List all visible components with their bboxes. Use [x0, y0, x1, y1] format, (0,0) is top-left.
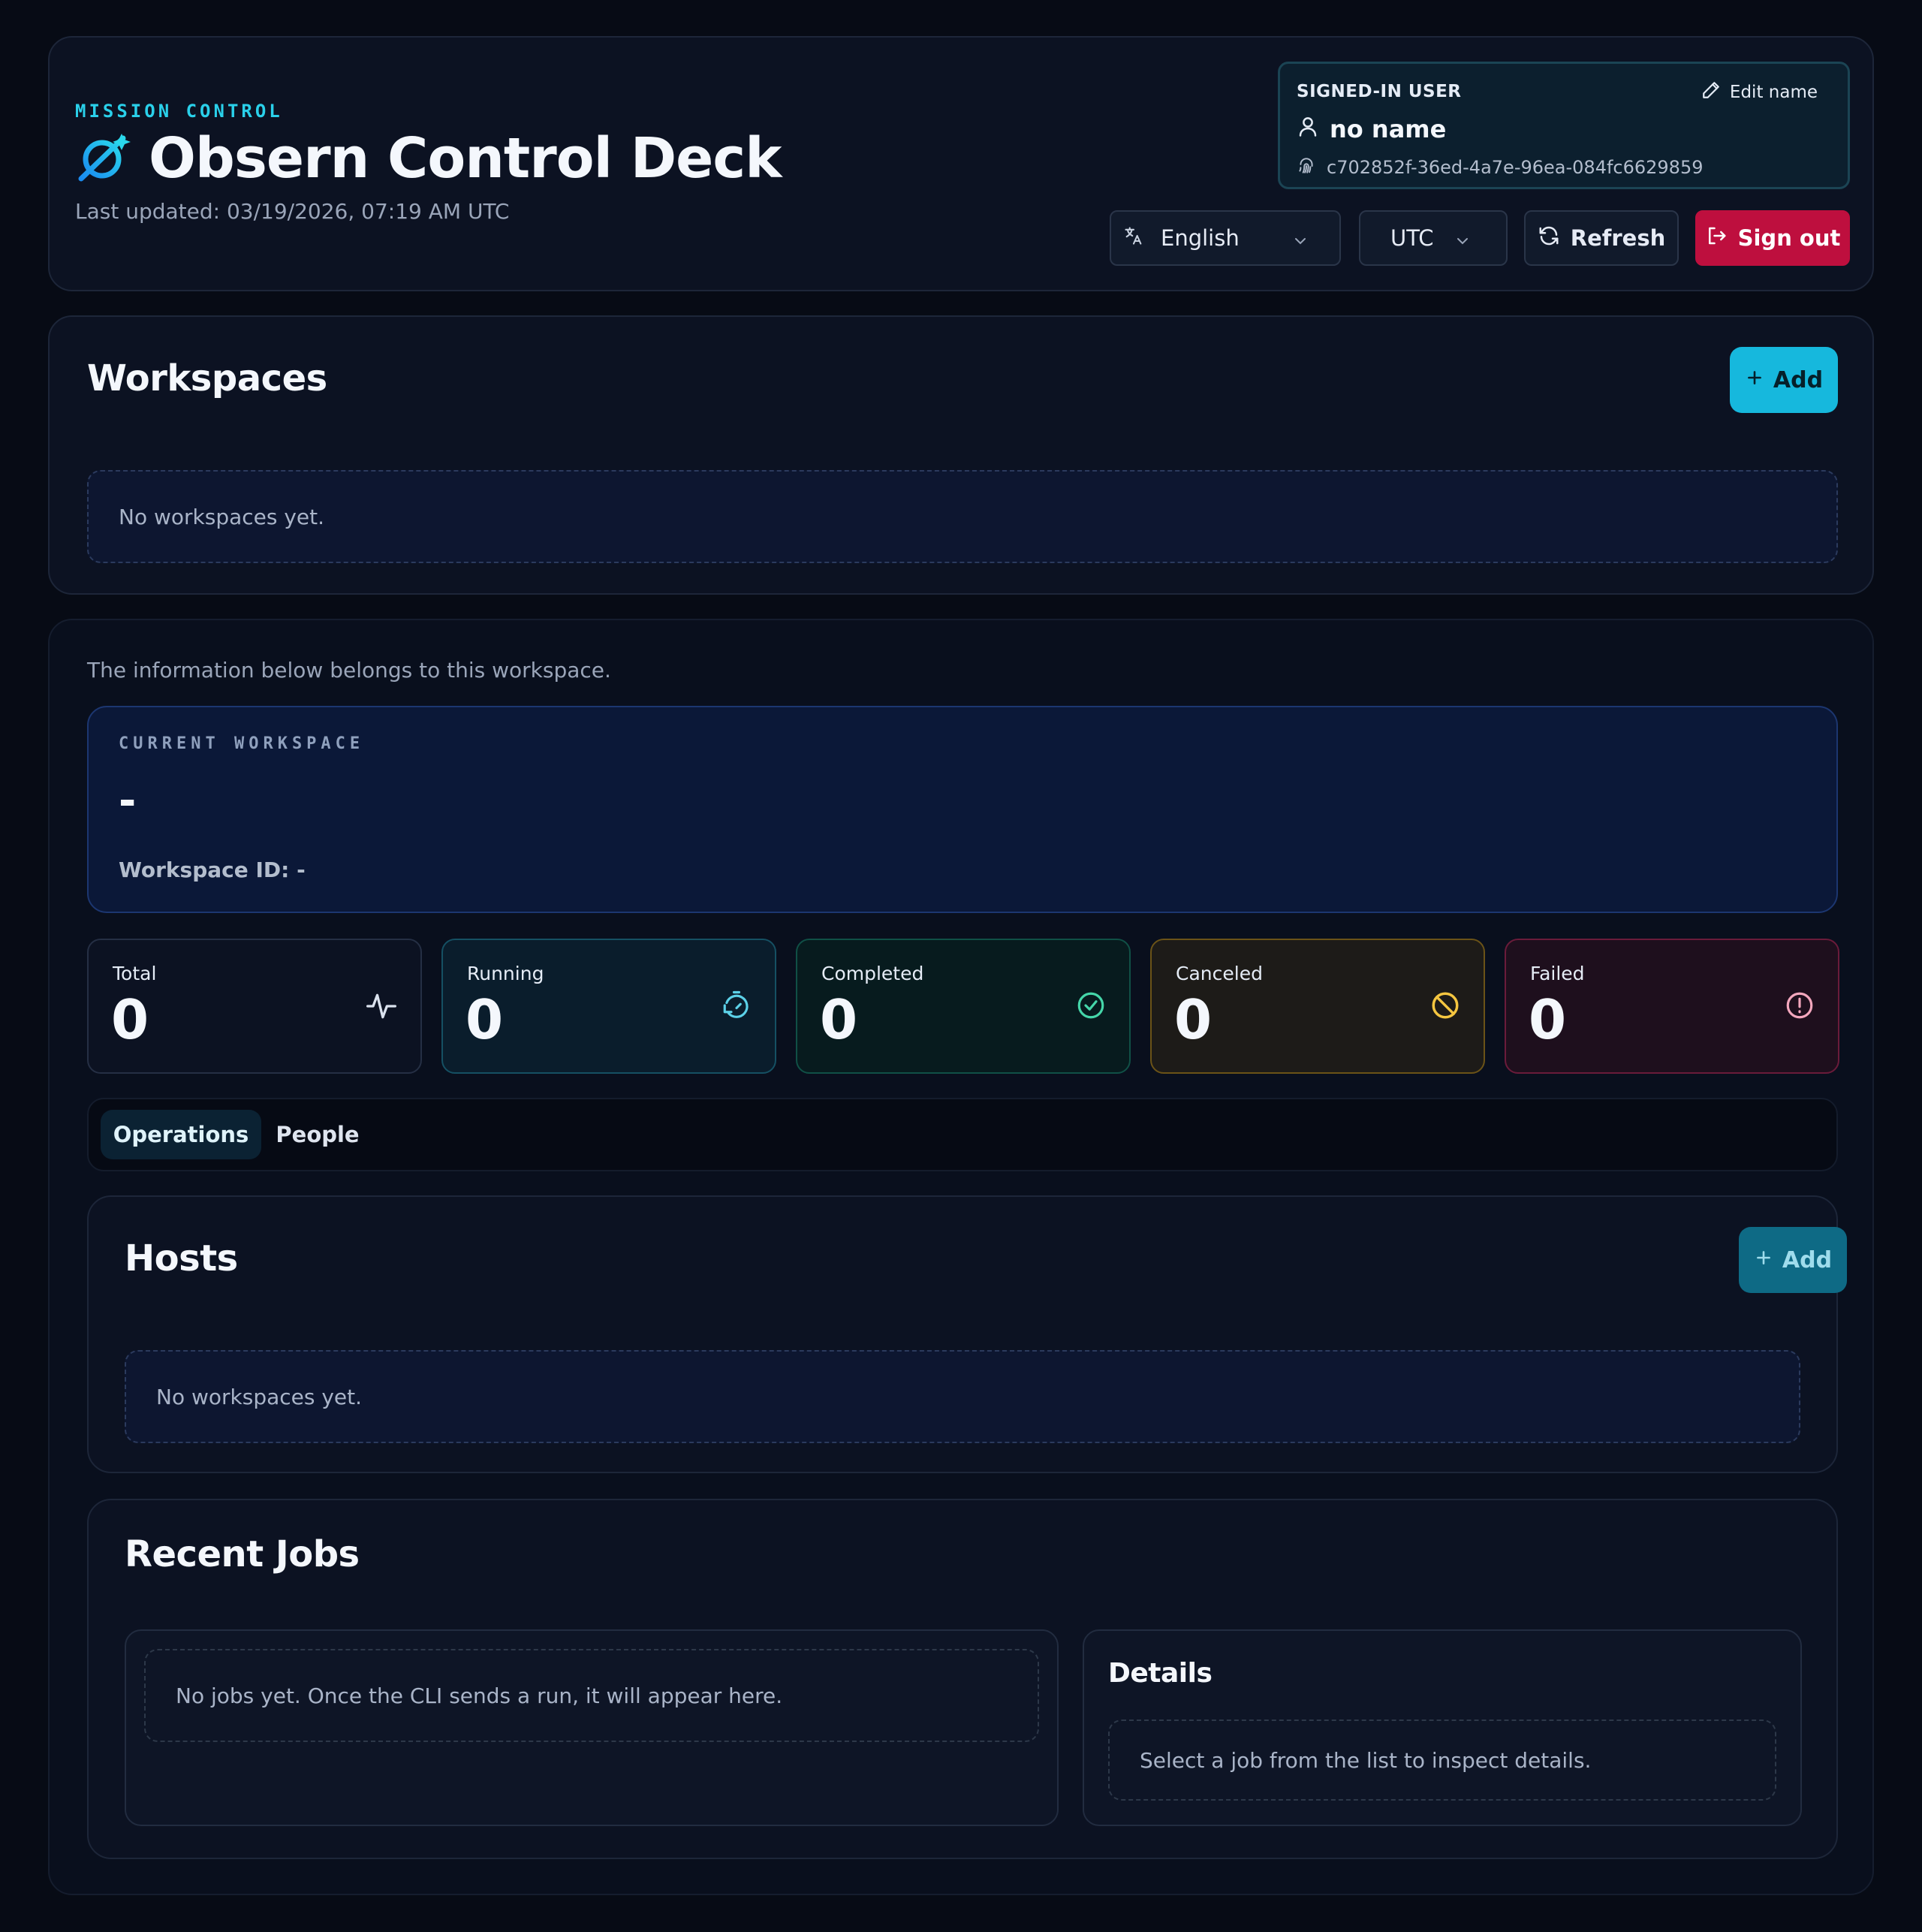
refresh-button[interactable]: Refresh — [1524, 210, 1679, 266]
details-empty-state: Select a job from the list to inspect de… — [1108, 1720, 1776, 1801]
workspaces-empty-state: No workspaces yet. — [87, 470, 1838, 563]
stat-value: 0 — [820, 988, 858, 1051]
stat-value: 0 — [1529, 988, 1567, 1051]
title-row: Obsern Control Deck — [75, 126, 782, 191]
fingerprint-icon — [1297, 155, 1316, 179]
language-value: English — [1161, 225, 1240, 251]
jobs-list: No jobs yet. Once the CLI sends a run, i… — [125, 1629, 1059, 1826]
stat-card-completed: Completed 0 — [796, 939, 1131, 1074]
recent-jobs-panel: Recent Jobs No jobs yet. Once the CLI se… — [87, 1499, 1838, 1859]
sign-out-button[interactable]: Sign out — [1695, 210, 1850, 266]
pencil-icon — [1701, 80, 1721, 104]
user-name-row: no name — [1297, 115, 1446, 143]
activity-icon — [365, 990, 398, 1026]
hosts-title: Hosts — [125, 1237, 238, 1279]
tab-bar: Operations People — [87, 1098, 1838, 1171]
timezone-value: UTC — [1390, 225, 1434, 251]
stat-value: 0 — [465, 988, 504, 1051]
edit-name-button[interactable]: Edit name — [1701, 80, 1818, 104]
refresh-icon — [1538, 225, 1560, 252]
timer-icon — [721, 990, 752, 1024]
user-name: no name — [1330, 115, 1447, 143]
stat-card-running: Running 0 — [441, 939, 776, 1074]
add-workspace-label: Add — [1773, 366, 1824, 393]
jobs-empty-state: No jobs yet. Once the CLI sends a run, i… — [144, 1649, 1039, 1742]
timezone-select[interactable]: UTC — [1359, 210, 1508, 266]
header-panel: MISSION CONTROL Obsern Control Deck Last… — [48, 36, 1874, 291]
current-workspace-name: - — [119, 776, 137, 825]
chevron-down-icon — [1291, 230, 1309, 255]
stat-card-failed: Failed 0 — [1505, 939, 1839, 1074]
recent-jobs-title: Recent Jobs — [125, 1533, 360, 1575]
stat-label: Total — [113, 963, 157, 984]
ban-icon — [1429, 990, 1461, 1024]
language-select[interactable]: English — [1110, 210, 1341, 266]
stat-label: Canceled — [1176, 963, 1263, 984]
stat-label: Running — [467, 963, 544, 984]
user-icon — [1297, 115, 1319, 143]
stat-label: Completed — [821, 963, 924, 984]
hosts-empty-state: No workspaces yet. — [125, 1350, 1800, 1443]
satellite-icon — [75, 131, 134, 186]
tab-operations[interactable]: Operations — [101, 1110, 261, 1159]
workspaces-panel: Workspaces Add No workspaces yet. — [48, 315, 1874, 595]
user-card-label: SIGNED-IN USER — [1297, 82, 1462, 101]
user-id-row: c702852f-36ed-4a7e-96ea-084fc6629859 — [1297, 155, 1704, 179]
sign-out-icon — [1705, 225, 1728, 252]
hosts-panel: Hosts Add No workspaces yet. — [87, 1195, 1847, 1473]
current-workspace-label: CURRENT WORKSPACE — [119, 734, 365, 753]
workspace-info-text: The information below belongs to this wo… — [87, 658, 611, 683]
plus-icon — [1754, 1247, 1773, 1273]
stat-value: 0 — [111, 988, 149, 1051]
current-workspace-id: Workspace ID: - — [119, 857, 306, 882]
add-host-button[interactable]: Add — [1739, 1227, 1847, 1293]
details-title: Details — [1108, 1658, 1213, 1689]
edit-name-label: Edit name — [1729, 83, 1818, 102]
signed-in-user-card: SIGNED-IN USER Edit name no name c702852… — [1278, 62, 1850, 189]
last-updated-text: Last updated: 03/19/2026, 07:19 AM UTC — [75, 199, 510, 224]
refresh-label: Refresh — [1570, 225, 1666, 251]
stat-card-canceled: Canceled 0 — [1150, 939, 1485, 1074]
user-id: c702852f-36ed-4a7e-96ea-084fc6629859 — [1327, 157, 1704, 178]
eyebrow-label: MISSION CONTROL — [75, 101, 283, 122]
translate-icon — [1123, 225, 1144, 252]
alert-circle-icon — [1784, 990, 1815, 1024]
chevron-down-icon — [1454, 230, 1472, 255]
add-workspace-button[interactable]: Add — [1730, 347, 1838, 413]
plus-icon — [1745, 367, 1764, 393]
page-title: Obsern Control Deck — [149, 126, 782, 191]
tab-people[interactable]: People — [269, 1110, 366, 1159]
add-host-label: Add — [1782, 1246, 1833, 1273]
workspace-detail-panel: The information below belongs to this wo… — [48, 619, 1874, 1895]
stat-label: Failed — [1530, 963, 1585, 984]
workspaces-title: Workspaces — [87, 357, 327, 399]
stat-value: 0 — [1174, 988, 1213, 1051]
check-circle-icon — [1075, 990, 1107, 1024]
job-details-pane: Details Select a job from the list to in… — [1083, 1629, 1802, 1826]
sign-out-label: Sign out — [1737, 225, 1841, 251]
current-workspace-card: CURRENT WORKSPACE - Workspace ID: - — [87, 706, 1838, 913]
stat-card-total: Total 0 — [87, 939, 422, 1074]
